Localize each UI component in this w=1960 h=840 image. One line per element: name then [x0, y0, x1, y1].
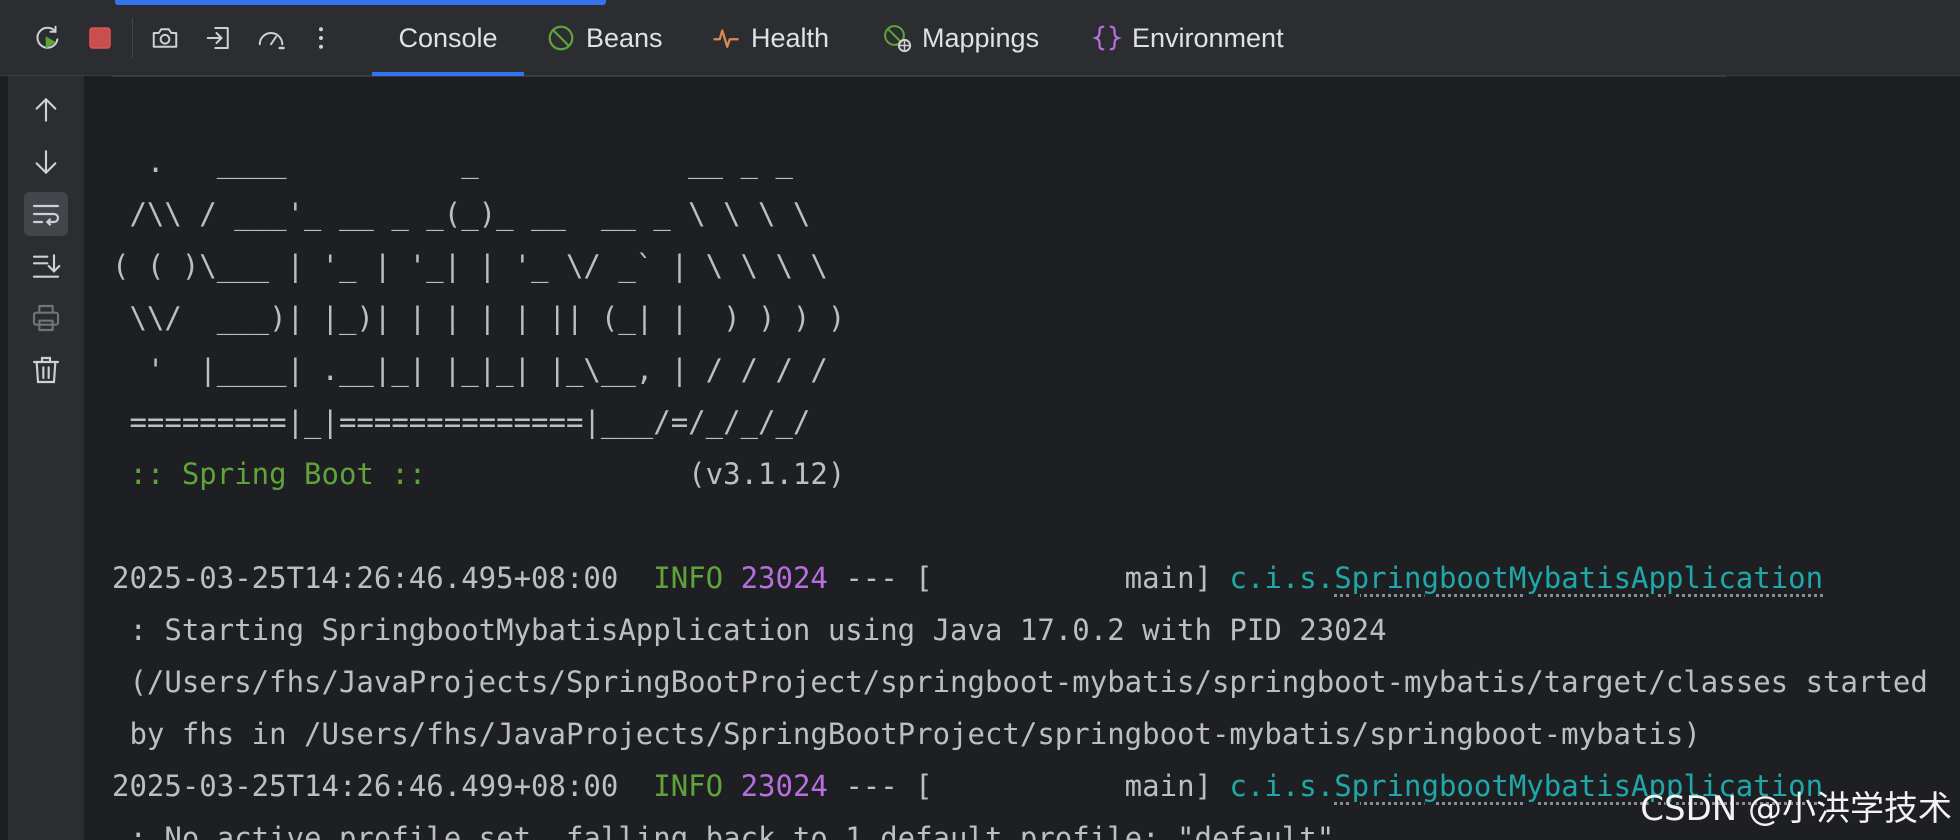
log-timestamp: 2025-03-25T14:26:46.495+08:00 — [112, 561, 619, 595]
log-logger-prefix: c.i.s. — [1229, 561, 1335, 595]
print-icon[interactable] — [24, 296, 68, 340]
health-icon — [713, 29, 739, 48]
console-output[interactable]: . ____ _ __ _ _ /\\ / ___'_ __ _ _(_)_ _… — [84, 76, 1960, 840]
mappings-icon — [884, 25, 912, 53]
console-top-divider — [112, 76, 1726, 77]
log-pid: 23024 — [740, 561, 828, 595]
tab-mappings-label: Mappings — [922, 22, 1040, 53]
banner-line: \\/ ___)| |_)| | | | | || (_| | ) ) ) ) — [112, 301, 846, 335]
banner-line: /\\ / ___'_ __ _ _(_)_ __ __ _ \ \ \ \ — [112, 197, 811, 231]
banner-line: . ____ _ __ _ _ — [112, 145, 793, 179]
log-header: 2025-03-25T14:26:46.499+08:00 INFO 23024… — [112, 760, 1823, 812]
tab-mappings[interactable]: Mappings — [882, 0, 1039, 76]
log-message-line: : No active profile set, falling back to… — [112, 821, 1335, 840]
scroll-to-end-icon[interactable] — [24, 244, 68, 288]
csdn-watermark: CSDN @小洪学技术 — [1640, 789, 1952, 829]
banner-line: =========|_|==============|___/=/_/_/_/ — [112, 405, 811, 439]
log-thread: --- [ main] — [827, 769, 1230, 803]
banner-line: ' |____| .__|_| |_|_| |_\__, | / / / / — [112, 353, 828, 387]
log-header: 2025-03-25T14:26:46.495+08:00 INFO 23024… — [112, 552, 1823, 604]
soft-wrap-icon[interactable] — [24, 192, 68, 236]
more-icon[interactable] — [303, 20, 339, 56]
tab-environment[interactable]: Environment — [1092, 0, 1284, 76]
beans-icon — [548, 25, 574, 51]
environment-icon — [1092, 25, 1122, 51]
tab-console-label: Console — [398, 22, 498, 53]
tab-beans[interactable]: Beans — [546, 0, 663, 76]
exit-icon[interactable] — [201, 20, 237, 56]
tab-beans-label: Beans — [586, 22, 663, 53]
trash-icon[interactable] — [24, 348, 68, 392]
log-thread: --- [ main] — [827, 561, 1230, 595]
log-logger-link[interactable]: SpringbootMybatisApplication — [1334, 561, 1823, 595]
arrow-up-icon[interactable] — [24, 88, 68, 132]
log-message-line: : Starting SpringbootMybatisApplication … — [112, 613, 1387, 647]
toolbar-separator — [132, 18, 133, 58]
banner-line: ( ( )\___ | '_ | '_| | '_ \/ _` | \ \ \ … — [112, 249, 828, 283]
console-gutter — [8, 76, 84, 840]
tab-console[interactable]: Console — [372, 0, 524, 76]
log-message-line: by fhs in /Users/fhs/JavaProjects/Spring… — [112, 717, 1701, 751]
log-message-line: (/Users/fhs/JavaProjects/SpringBootProje… — [112, 665, 1928, 699]
tab-health-label: Health — [751, 22, 830, 53]
spring-boot-version: (v3.1.12) — [443, 457, 846, 491]
log-level: INFO — [653, 769, 724, 803]
log-level: INFO — [653, 561, 724, 595]
spring-boot-version-line: :: Spring Boot :: (v3.1.12) — [112, 448, 845, 500]
tab-health[interactable]: Health — [711, 0, 829, 76]
log-pid: 23024 — [740, 769, 828, 803]
spring-boot-label: :: Spring Boot :: — [112, 457, 444, 491]
console-toolbar: Console Beans Health Mappings Environmen… — [0, 0, 1960, 76]
stop-icon[interactable] — [82, 20, 118, 56]
tab-environment-label: Environment — [1132, 22, 1284, 53]
rerun-icon[interactable] — [30, 20, 66, 56]
profiler-icon[interactable] — [253, 20, 289, 56]
log-logger-prefix: c.i.s. — [1229, 769, 1335, 803]
screenshot-icon[interactable] — [147, 20, 183, 56]
progress-indicator — [115, 0, 606, 5]
arrow-down-icon[interactable] — [24, 140, 68, 184]
log-timestamp: 2025-03-25T14:26:46.499+08:00 — [112, 769, 619, 803]
